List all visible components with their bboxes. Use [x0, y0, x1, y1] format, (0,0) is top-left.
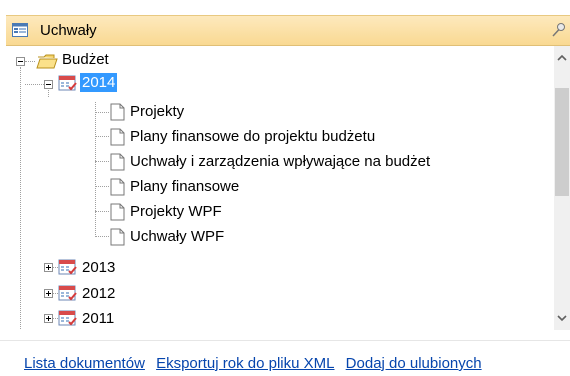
document-icon [110, 153, 125, 171]
collapse-toggle[interactable] [44, 80, 53, 89]
tree-node-child[interactable]: Projekty [128, 102, 186, 121]
document-icon [110, 203, 125, 221]
calendar-icon [58, 285, 77, 301]
document-tree[interactable]: Budżet 2014 Projekty Plany finansowe do … [6, 46, 554, 330]
tree-node-budzet[interactable]: Budżet [60, 50, 111, 69]
folder-icon [36, 54, 58, 69]
tree-node-child[interactable]: Uchwały WPF [128, 227, 226, 246]
tree-node-child[interactable]: Plany finansowe do projektu budżetu [128, 127, 377, 146]
tree-node-2011[interactable]: 2011 [80, 309, 116, 328]
calendar-icon [58, 75, 77, 91]
calendar-icon [58, 310, 77, 326]
panel-title: Uchwały [40, 22, 97, 39]
tree-connector [48, 90, 50, 97]
footer-divider [0, 340, 570, 341]
scroll-down-icon[interactable] [554, 308, 570, 328]
tree-connector [95, 236, 109, 238]
tree-node-child[interactable]: Uchwały i zarządzenia wpływające na budż… [128, 152, 432, 171]
tree-node-2013[interactable]: 2013 [80, 258, 117, 277]
tree-node-child[interactable]: Plany finansowe [128, 177, 241, 196]
scroll-up-icon[interactable] [554, 48, 570, 68]
export-xml-link[interactable]: Eksportuj rok do pliku XML [156, 355, 334, 372]
document-icon [110, 178, 125, 196]
calendar-icon [58, 259, 77, 275]
tree-connector [95, 186, 109, 188]
document-icon [110, 228, 125, 246]
window-list-icon [12, 23, 28, 37]
uchwaly-panel: Uchwały Budżet 2014 Projekty Plany finan… [0, 0, 570, 376]
collapse-toggle[interactable] [16, 57, 25, 66]
vertical-scrollbar[interactable] [554, 46, 570, 330]
panel-header: Uchwały [6, 15, 570, 46]
tree-connector [95, 102, 97, 237]
tree-connector [25, 61, 35, 63]
tree-connector [95, 112, 109, 114]
scrollbar-thumb[interactable] [555, 88, 569, 196]
footer-links: Lista dokumentów Eksportuj rok do pliku … [24, 355, 489, 372]
expand-toggle[interactable] [44, 289, 53, 298]
document-icon [110, 128, 125, 146]
tree-node-child[interactable]: Projekty WPF [128, 202, 224, 221]
expand-toggle[interactable] [44, 263, 53, 272]
tree-connector [95, 161, 109, 163]
tree-node-2012[interactable]: 2012 [80, 284, 117, 303]
document-list-link[interactable]: Lista dokumentów [24, 355, 145, 372]
tree-connector [95, 136, 109, 138]
pin-icon[interactable] [551, 22, 567, 38]
tree-connector [20, 67, 22, 329]
tree-connector [95, 211, 109, 213]
document-icon [110, 103, 125, 121]
tree-node-2014[interactable]: 2014 [80, 73, 118, 92]
add-favorites-link[interactable]: Dodaj do ulubionych [346, 355, 482, 372]
expand-toggle[interactable] [44, 314, 53, 323]
